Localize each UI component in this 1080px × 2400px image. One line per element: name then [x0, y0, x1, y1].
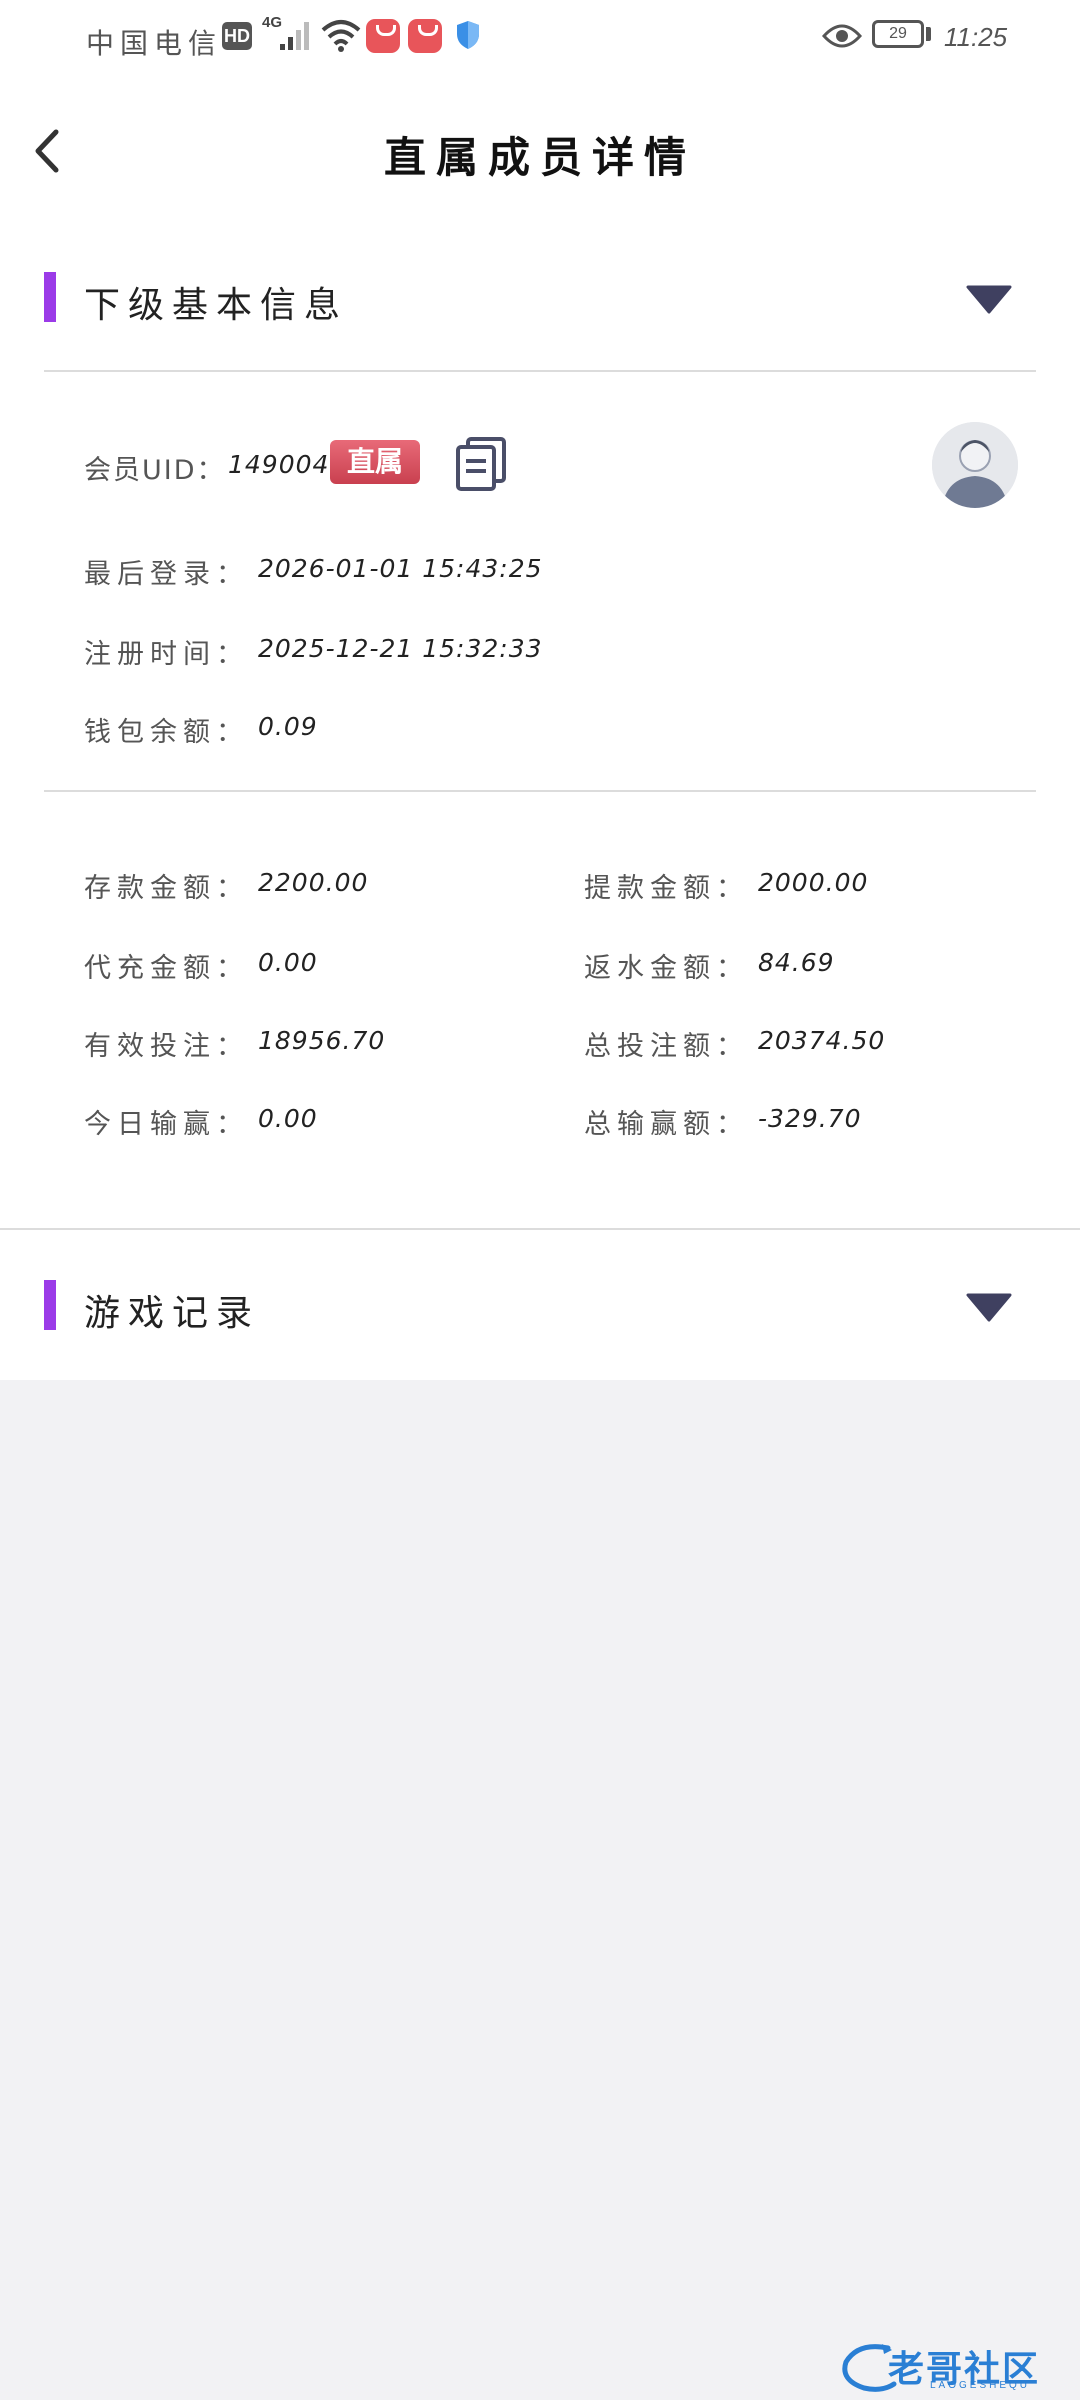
copy-uid-button[interactable]: [454, 435, 510, 491]
section-accent-bar: [44, 272, 56, 322]
watermark-logo: 老哥社区 LAOGESHEQU: [838, 2340, 1068, 2392]
total-win-loss-value: -329.70: [758, 1104, 862, 1133]
hd-icon: HD: [222, 22, 252, 50]
page-title: 直属成员详情: [383, 133, 696, 182]
top-navigation-bar: 直属成员详情: [0, 76, 1080, 216]
wifi-icon: [321, 20, 361, 52]
today-win-loss-label: 今日输赢：: [84, 1109, 249, 1140]
rebate-amount-value: 84.69: [758, 948, 835, 977]
user-avatar-icon: [932, 422, 1018, 508]
valid-bet-label: 有效投注：: [84, 1031, 249, 1062]
valid-bet-value: 18956.70: [258, 1026, 386, 1055]
wallet-balance-label: 钱包余额：: [84, 717, 249, 748]
carrier-label: 中国电信: [86, 27, 223, 60]
last-login-value: 2026-01-01 15:43:25: [258, 554, 543, 583]
status-bar: 中国电信 HD 4G 29 11:25: [0, 0, 1080, 76]
register-time-value: 2025-12-21 15:32:33: [258, 634, 543, 663]
divider: [0, 1228, 1080, 1230]
clock-label: 11:25: [944, 22, 1008, 52]
basic-info-section-header[interactable]: 下级基本信息: [0, 248, 1080, 348]
basic-info-title: 下级基本信息: [84, 285, 349, 326]
uid-value: 1490041: [228, 450, 347, 479]
direct-member-badge: 直属: [330, 440, 420, 484]
triangle-down-icon[interactable]: [966, 284, 1012, 314]
divider: [44, 370, 1036, 372]
shield-icon: [457, 21, 479, 49]
today-win-loss-value: 0.00: [258, 1104, 318, 1133]
battery-icon: 29: [872, 20, 924, 48]
total-win-loss-label: 总输赢额：: [584, 1109, 749, 1140]
rebate-amount-label: 返水金额：: [584, 953, 749, 984]
avatar[interactable]: [932, 422, 1018, 508]
proxy-recharge-label: 代充金额：: [84, 953, 249, 984]
app-icon: [408, 19, 442, 53]
last-login-label: 最后登录：: [84, 559, 249, 590]
total-bet-value: 20374.50: [758, 1026, 886, 1055]
divider: [44, 790, 1036, 792]
total-bet-label: 总投注额：: [584, 1031, 749, 1062]
deposit-amount-label: 存款金额：: [84, 873, 249, 904]
game-records-title: 游戏记录: [84, 1293, 261, 1334]
game-records-section-header[interactable]: 游戏记录: [0, 1256, 1080, 1356]
wallet-balance-value: 0.09: [258, 712, 318, 741]
section-accent-bar: [44, 1280, 56, 1330]
proxy-recharge-value: 0.00: [258, 948, 318, 977]
eye-icon: [822, 24, 862, 48]
withdraw-amount-value: 2000.00: [758, 868, 869, 897]
copy-icon: [456, 437, 506, 491]
triangle-down-icon[interactable]: [966, 1292, 1012, 1322]
deposit-amount-value: 2200.00: [258, 868, 369, 897]
app-icon: [366, 19, 400, 53]
battery-tip: [926, 27, 931, 41]
uid-label: 会员UID：: [84, 455, 226, 486]
signal-icon: [280, 22, 309, 50]
register-time-label: 注册时间：: [84, 639, 249, 670]
watermark-subtext: LAOGESHEQU: [930, 2380, 1031, 2391]
withdraw-amount-label: 提款金额：: [584, 873, 749, 904]
